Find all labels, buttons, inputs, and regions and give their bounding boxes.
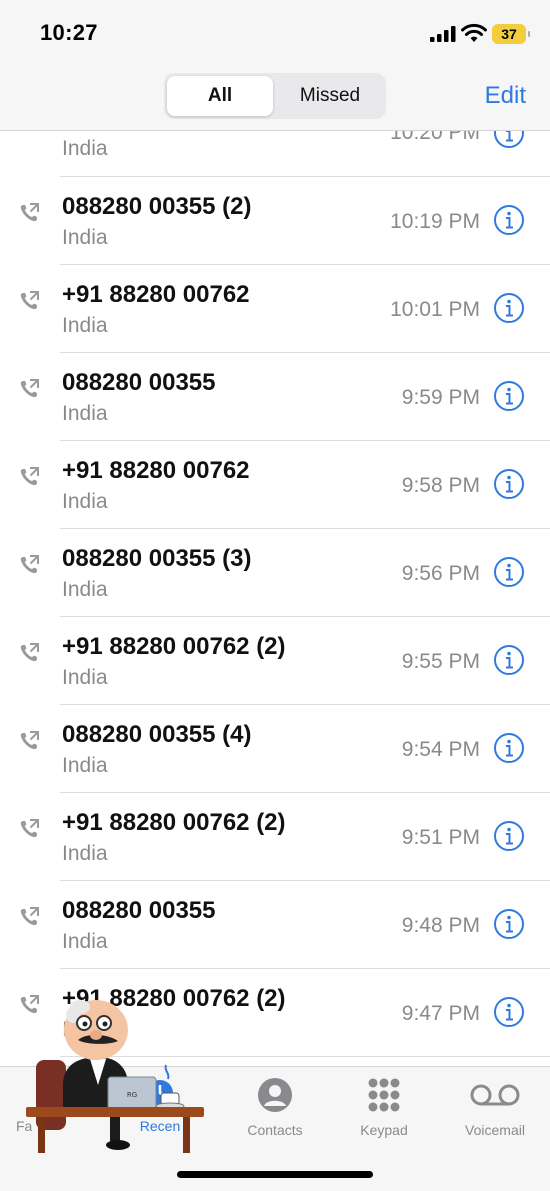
status-bar: 10:27 37 <box>0 0 550 64</box>
tab-label: Voicemail <box>465 1122 525 1138</box>
call-location: India <box>62 226 108 249</box>
info-icon[interactable] <box>493 204 525 236</box>
info-icon[interactable] <box>493 292 525 324</box>
tab-contacts[interactable]: Contacts <box>220 1077 330 1138</box>
list-item[interactable]: 088280 00355 (4) India 9:54 PM <box>0 705 550 793</box>
call-location: India <box>62 402 108 425</box>
list-item[interactable]: +91 88280 00762 (2) India 9:55 PM <box>0 617 550 705</box>
tab-voicemail[interactable]: Voicemail <box>440 1077 550 1138</box>
list-item[interactable]: 088280 00355 (2) India 10:19 PM <box>0 177 550 265</box>
wifi-icon <box>461 23 487 42</box>
call-time: 10:01 PM <box>390 298 480 321</box>
outgoing-call-icon <box>20 643 39 662</box>
keypad-icon <box>368 1078 400 1112</box>
call-number: +91 88280 00762 <box>62 457 250 484</box>
call-location: India <box>62 578 108 601</box>
call-location: India <box>62 314 108 337</box>
call-time: 9:54 PM <box>401 738 480 761</box>
call-location: India <box>62 666 108 689</box>
call-location: India <box>62 490 108 513</box>
outgoing-call-icon <box>20 467 39 486</box>
info-icon[interactable] <box>493 996 525 1028</box>
list-item[interactable]: +91 88280 00762 (2) India 9:51 PM <box>0 793 550 881</box>
person-circle-icon <box>258 1078 292 1112</box>
call-location: India <box>62 930 108 953</box>
list-item[interactable]: +91 88280 00762 India 10:01 PM <box>0 265 550 353</box>
info-icon[interactable] <box>493 556 525 588</box>
nav-bar: All Missed Edit <box>0 64 550 131</box>
info-icon[interactable] <box>493 131 525 149</box>
info-icon[interactable] <box>493 820 525 852</box>
call-time: 9:59 PM <box>401 386 480 409</box>
outgoing-call-icon <box>20 291 39 310</box>
call-time: 10:19 PM <box>390 210 480 233</box>
list-item[interactable]: India 10:20 PM <box>60 131 550 177</box>
call-number: 088280 00355 (4) <box>62 721 252 748</box>
outgoing-call-icon <box>20 555 39 574</box>
call-location: India <box>62 754 108 777</box>
call-number: 088280 00355 (3) <box>62 545 252 572</box>
info-icon[interactable] <box>493 644 525 676</box>
info-icon[interactable] <box>493 380 525 412</box>
list-item[interactable]: +91 88280 00762 India 9:58 PM <box>0 441 550 529</box>
call-number: +91 88280 00762 (2) <box>62 633 286 660</box>
call-number: 088280 00355 <box>62 897 216 924</box>
tab-label: Keypad <box>360 1122 408 1138</box>
call-location: India <box>62 137 108 160</box>
info-icon[interactable] <box>493 468 525 500</box>
outgoing-call-icon <box>20 203 39 222</box>
list-item[interactable]: 088280 00355 (3) India 9:56 PM <box>0 529 550 617</box>
list-item[interactable]: 088280 00355 India 9:48 PM <box>0 881 550 969</box>
call-location: India <box>62 842 108 865</box>
info-icon[interactable] <box>493 908 525 940</box>
sticker-badge-text: RG <box>127 1091 137 1099</box>
info-icon[interactable] <box>493 732 525 764</box>
outgoing-call-icon <box>20 731 39 750</box>
tab-keypad[interactable]: Keypad <box>329 1077 439 1138</box>
call-time: 9:47 PM <box>401 1002 480 1025</box>
outgoing-call-icon <box>20 907 39 926</box>
outgoing-call-icon <box>20 819 39 838</box>
home-indicator <box>177 1171 373 1178</box>
call-time: 10:20 PM <box>390 131 480 144</box>
call-time: 9:56 PM <box>401 562 480 585</box>
cartoon-chef-sticker: RG <box>26 1000 204 1153</box>
voicemail-icon <box>470 1084 520 1106</box>
outgoing-call-icon <box>20 379 39 398</box>
recents-list: India 10:20 PM 088280 00355 (2) India 10… <box>0 131 550 1057</box>
call-time: 9:48 PM <box>401 914 480 937</box>
call-number: +91 88280 00762 <box>62 281 250 308</box>
call-time: 9:51 PM <box>401 826 480 849</box>
filter-segmented-control: All Missed <box>164 73 386 119</box>
segment-missed[interactable]: Missed <box>277 76 383 116</box>
edit-button[interactable]: Edit <box>485 82 526 110</box>
battery-indicator: 37 <box>492 24 530 44</box>
call-time: 9:58 PM <box>401 474 480 497</box>
call-time: 9:55 PM <box>401 650 480 673</box>
tab-label: Contacts <box>247 1122 303 1138</box>
call-number: 088280 00355 (2) <box>62 193 252 220</box>
cellular-signal-icon <box>430 26 456 42</box>
status-time: 10:27 <box>40 20 98 45</box>
call-number: +91 88280 00762 (2) <box>62 809 286 836</box>
call-number: 088280 00355 <box>62 369 216 396</box>
list-item[interactable]: 088280 00355 India 9:59 PM <box>0 353 550 441</box>
segment-all[interactable]: All <box>167 76 273 116</box>
